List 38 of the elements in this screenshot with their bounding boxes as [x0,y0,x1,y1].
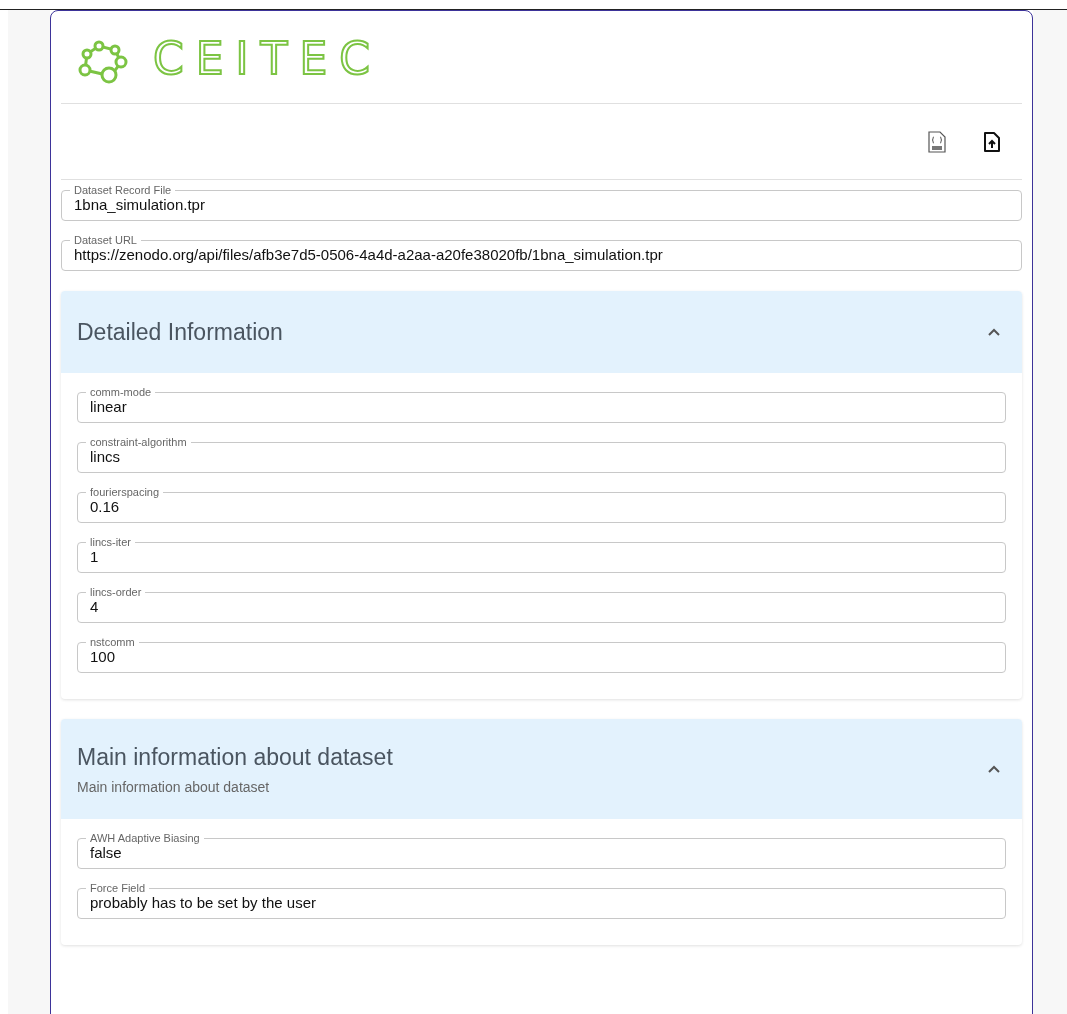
field-label: nstcomm [89,636,136,648]
text-field[interactable]: Dataset URL https://zenodo.org/api/files/afb3e7d5-0506-4a4d-a2aa-a20fe38020fb/1bna_simulation.tpr [61,234,1022,271]
field-value: 1 [90,548,100,566]
accordion-header[interactable]: Main information about dataset Main information about dataset [61,719,1022,819]
field-value: 0.16 [90,498,121,516]
logo-text: CEITEC [153,37,382,81]
field-value: linear [90,398,128,416]
field-value: false [90,844,123,862]
field-label: comm-mode [89,386,153,398]
field-label: lincs-iter [89,536,132,548]
field-value: https://zenodo.org/api/files/afb3e7d5-0506-4a4d-a2aa-a20fe38020fb/1bna_simulation.tpr [74,246,664,264]
field-label: Force Field [89,882,147,894]
text-field[interactable]: fourierspacing 0.16 [77,486,1006,523]
field-label: lincs-order [89,586,143,598]
field-label: fourierspacing [89,486,161,498]
chevron-icon[interactable] [988,765,1000,773]
text-field[interactable]: lincs-order 4 [77,586,1006,623]
text-field[interactable]: comm-mode linear [77,386,1006,423]
chevron-icon[interactable] [988,328,1000,336]
field-label: Dataset URL [73,234,138,246]
section-subtitle: Main information about dataset [77,778,271,795]
field-label: Dataset Record File [73,184,173,196]
field-value: 4 [90,598,100,616]
field-value: 1bna_simulation.tpr [74,196,206,214]
field-value: 100 [90,648,117,666]
text-field[interactable]: Dataset Record File 1bna_simulation.tpr [61,184,1022,221]
field-value: lincs [90,448,121,466]
text-field[interactable]: nstcomm 100 [77,636,1006,673]
text-field[interactable]: AWH Adaptive Biasing false [77,832,1006,869]
accordion-header[interactable]: Detailed Information [61,291,1022,373]
text-field[interactable]: lincs-iter 1 [77,536,1006,573]
text-field[interactable]: constraint-algorithm lincs [77,436,1006,473]
section-title: Detailed Information [77,318,283,346]
field-label: AWH Adaptive Biasing [89,832,201,844]
field-label: constraint-algorithm [89,436,188,448]
section-title: Main information about dataset [77,743,393,771]
text-field[interactable]: Force Field probably has to be set by the user [77,882,1006,919]
field-value: probably has to be set by the user [90,894,317,912]
